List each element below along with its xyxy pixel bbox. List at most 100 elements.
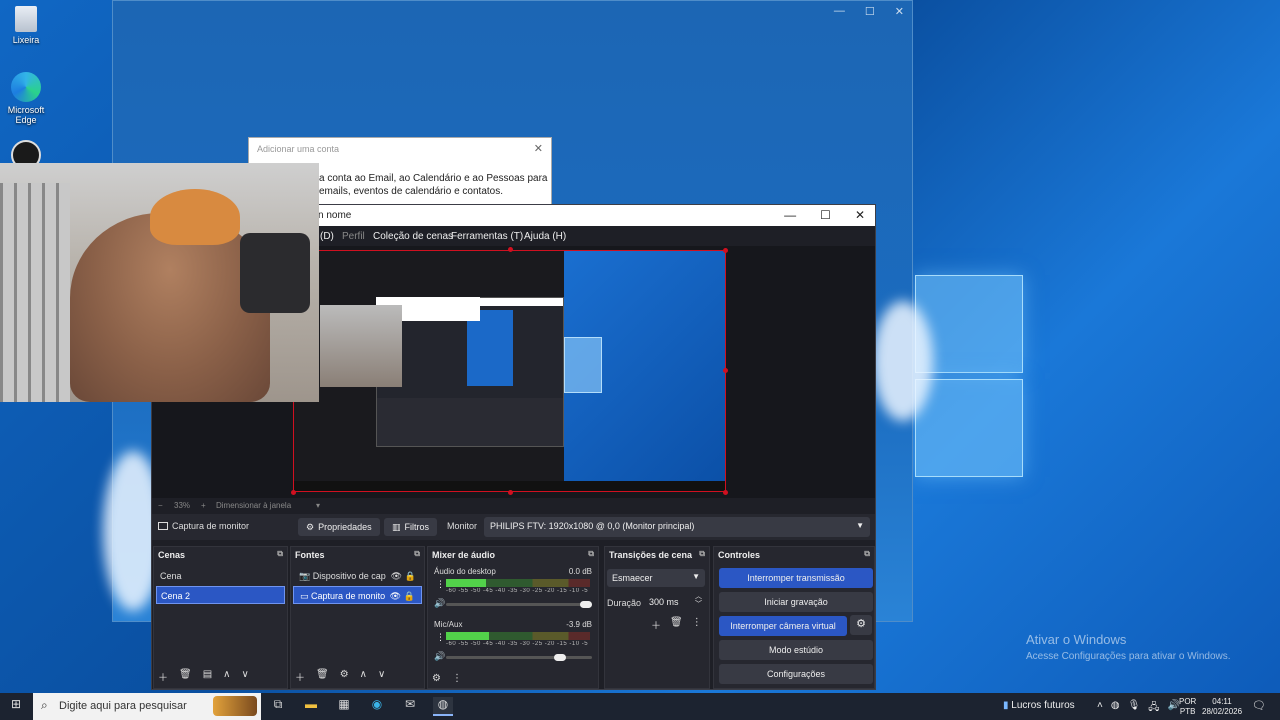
zoom-mode[interactable]: Dimensionar à janela <box>216 501 291 510</box>
obs-tray-icon[interactable]: ◍ <box>1111 700 1120 717</box>
stepper-icon[interactable]: ︿ ﹀ <box>695 593 702 609</box>
taskbar-search[interactable]: ⌕ Digite aqui para pesquisar <box>33 693 261 720</box>
menu-item-tools[interactable]: Ferramentas (T) <box>451 231 523 242</box>
volume-knob[interactable] <box>580 601 592 608</box>
undock-icon[interactable]: ⧉ <box>588 549 594 559</box>
stop-streaming-button[interactable]: Interromper transmissão <box>719 568 873 588</box>
dialog-text: a conta ao Email, ao Calendário e ao Pes… <box>319 173 548 197</box>
webcam-overlay <box>0 163 319 402</box>
maximize-icon[interactable]: ☐ <box>865 5 875 18</box>
start-button[interactable]: ⊞ <box>6 697 26 716</box>
close-icon[interactable]: ✕ <box>855 208 865 222</box>
dialog-close-button[interactable]: ✕ <box>534 142 543 155</box>
duration-input[interactable]: 300 ms ︿ ﹀ <box>645 593 705 611</box>
lock-icon[interactable]: 🔒 <box>405 571 416 582</box>
scene-item-selected[interactable]: Cena 2 <box>156 586 285 604</box>
undock-icon[interactable]: ⧉ <box>864 549 870 559</box>
microphone-icon[interactable]: 🎙 <box>1128 700 1141 717</box>
add-icon[interactable]: ＋ <box>295 669 305 684</box>
speaker-icon[interactable]: 🔊 <box>434 598 445 609</box>
transform-handle[interactable] <box>723 248 728 253</box>
backpack <box>240 233 310 313</box>
advanced-audio-icon[interactable]: ⚙ <box>432 673 441 684</box>
filters-button[interactable]: ▥ Filtros <box>384 518 438 536</box>
chevron-up-icon[interactable]: ˄ <box>1097 700 1103 717</box>
transform-handle[interactable] <box>508 247 513 252</box>
eye-icon[interactable]: 👁 <box>391 571 402 582</box>
stop-virtual-camera-button[interactable]: Interromper câmera virtual <box>719 616 847 636</box>
preview-canvas[interactable] <box>293 250 726 492</box>
desktop-icon-edge[interactable]: Microsoft Edge <box>0 72 52 125</box>
add-icon[interactable]: ＋ <box>158 669 168 684</box>
scene-item[interactable]: Cena <box>156 567 285 585</box>
source-toolbar: Captura de monitor ⚙ Propriedades ▥ Filt… <box>152 514 875 540</box>
mail-icon[interactable]: ✉ <box>400 697 420 716</box>
transition-select[interactable]: Esmaecer ▼ <box>607 569 705 587</box>
store-icon[interactable]: ▦ <box>334 697 354 716</box>
obs-taskbar-icon[interactable]: ◍ <box>433 697 453 716</box>
transform-handle[interactable] <box>723 368 728 373</box>
transform-handle[interactable] <box>723 490 728 495</box>
trash-icon[interactable]: 🗑 <box>179 669 192 684</box>
chevron-down-icon: ▼ <box>856 521 864 530</box>
zoom-value: 33% <box>174 501 191 510</box>
notification-icon[interactable]: 🗨 <box>1252 699 1266 712</box>
taskbar: ⊞ ⌕ Digite aqui para pesquisar ⧉ ▬ ▦ ◉ ✉… <box>0 693 1280 720</box>
move-down-icon[interactable]: ∨ <box>241 669 248 684</box>
news-widget[interactable]: ▮ Lucros futuros <box>1003 700 1075 711</box>
start-recording-button[interactable]: Iniciar gravação <box>719 592 873 612</box>
kebab-menu-icon[interactable]: ⋮ <box>452 673 462 684</box>
trash-icon[interactable]: 🗑 <box>670 617 683 632</box>
lock-icon[interactable]: 🔒 <box>404 591 415 602</box>
add-icon[interactable]: ＋ <box>651 617 661 632</box>
move-up-icon[interactable]: ∧ <box>360 669 367 684</box>
network-icon[interactable]: 🖧 <box>1148 700 1159 717</box>
studio-mode-button[interactable]: Modo estúdio <box>719 640 873 660</box>
scene-filter-icon[interactable]: ▤ <box>203 669 212 684</box>
meter-scale: -60 -55 -50 -45 -40 -35 -30 -25 -20 -15 … <box>446 641 590 647</box>
minimize-icon[interactable]: — <box>784 208 796 222</box>
zoom-in-button[interactable]: + <box>201 501 206 510</box>
clock[interactable]: 04:11 28/02/2026 <box>1202 697 1242 717</box>
volume-knob[interactable] <box>553 654 566 661</box>
activate-title: Ativar o Windows <box>1026 632 1127 647</box>
transform-handle[interactable] <box>291 490 296 495</box>
properties-button[interactable]: ⚙ Propriedades <box>298 518 380 536</box>
menu-item-scene-collection[interactable]: Coleção de cenas <box>373 231 453 242</box>
transform-handle[interactable] <box>508 490 513 495</box>
move-down-icon[interactable]: ∨ <box>378 669 385 684</box>
minimize-icon[interactable]: — <box>834 5 845 18</box>
gear-icon[interactable]: ⚙ <box>340 669 349 684</box>
dock-title: Fontes <box>295 550 325 560</box>
task-view-icon[interactable]: ⧉ <box>268 697 288 716</box>
settings-button[interactable]: Configurações <box>719 664 873 684</box>
undock-icon[interactable]: ⧉ <box>699 549 705 559</box>
file-explorer-icon[interactable]: ▬ <box>301 697 321 716</box>
volume-slider[interactable] <box>446 654 592 661</box>
edge-taskbar-icon[interactable]: ◉ <box>367 697 387 716</box>
language-indicator[interactable]: POR PTB <box>1179 697 1196 717</box>
menu-item-d[interactable]: (D) <box>320 231 334 242</box>
menu-item-profile[interactable]: Perfil <box>342 231 365 242</box>
source-item-selected[interactable]: ▭ Captura de monito 👁 🔒 <box>293 586 422 604</box>
close-icon[interactable]: ✕ <box>895 5 904 18</box>
zoom-out-button[interactable]: − <box>158 501 163 510</box>
menu-item-help[interactable]: Ajuda (H) <box>524 231 566 242</box>
monitor-select[interactable]: PHILIPS FTV: 1920x1080 @ 0,0 (Monitor pr… <box>484 517 870 537</box>
virtual-camera-settings-button[interactable]: ⚙ <box>850 615 872 635</box>
eye-icon[interactable]: 👁 <box>390 591 401 602</box>
desktop-icon-recycle-bin[interactable]: Lixeira <box>0 6 52 45</box>
maximize-icon[interactable]: ☐ <box>820 208 831 222</box>
recycle-bin-icon <box>15 6 37 32</box>
move-up-icon[interactable]: ∧ <box>223 669 230 684</box>
undock-icon[interactable]: ⧉ <box>414 549 420 559</box>
kebab-menu-icon[interactable]: ⋮ <box>692 617 702 632</box>
undock-icon[interactable]: ⧉ <box>277 549 283 559</box>
trash-icon[interactable]: 🗑 <box>316 669 329 684</box>
source-item[interactable]: 📷 Dispositivo de cap 👁 🔒 <box>293 567 422 585</box>
volume-slider[interactable] <box>446 601 592 608</box>
kebab-menu-icon[interactable]: ⋮ <box>436 579 445 590</box>
kebab-menu-icon[interactable]: ⋮ <box>436 632 445 643</box>
speaker-icon[interactable]: 🔊 <box>434 651 445 662</box>
zoom-mode-caret[interactable]: ▾ <box>316 501 320 510</box>
